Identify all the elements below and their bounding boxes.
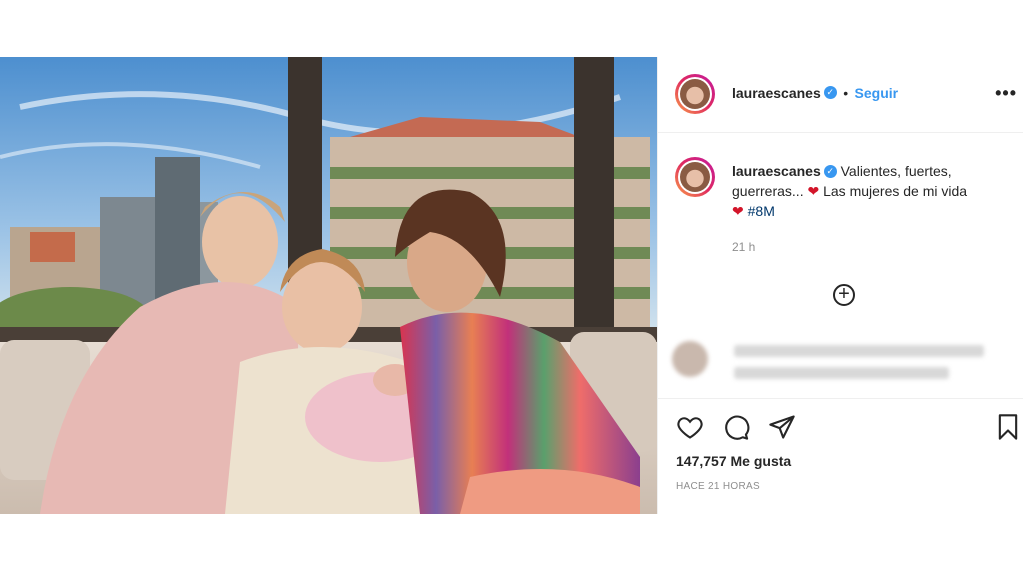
verified-badge-icon: ✓	[823, 86, 837, 100]
caption-text-3: Las mujeres de mi vida	[823, 183, 968, 199]
header-user-line: lauraescanes ✓ • Seguir	[732, 85, 898, 103]
caption-verified-badge-icon: ✓	[823, 164, 837, 178]
more-options-icon[interactable]: •••	[995, 83, 1017, 104]
share-icon[interactable]	[768, 413, 796, 441]
post-header: lauraescanes ✓ • Seguir •••	[658, 57, 1023, 133]
caption-avatar-photo	[680, 162, 710, 192]
post-photo[interactable]	[0, 57, 657, 514]
heart-emoji-icon-2: ❤	[732, 203, 744, 219]
separator-dot: •	[843, 85, 849, 101]
avatar-photo	[680, 79, 710, 109]
bookmark-icon[interactable]	[994, 413, 1022, 441]
hashtag-link[interactable]: #8M	[748, 203, 775, 219]
blurred-line-2	[734, 367, 949, 379]
post-actions: 147,757 Me gusta HACE 21 HORAS	[658, 398, 1023, 515]
likes-count[interactable]: 147,757 Me gusta	[676, 453, 791, 469]
post-sidebar: lauraescanes ✓ • Seguir ••• lauraescanes ✓…	[657, 57, 1023, 514]
instagram-post: lauraescanes ✓ • Seguir ••• lauraescanes ✓…	[0, 57, 1023, 514]
follow-button[interactable]: Seguir	[855, 85, 899, 101]
caption-line-2: guerreras... ❤ Las mujeres de mi vida	[732, 181, 992, 201]
caption-avatar-frame	[678, 160, 712, 194]
blurred-line-1	[734, 345, 984, 357]
caption-line-3: ❤ #8M	[732, 201, 992, 221]
user-avatar[interactable]	[675, 74, 715, 114]
caption-line-1: lauraescanes ✓ Valientes, fuertes,	[732, 161, 992, 181]
post-timestamp[interactable]: HACE 21 HORAS	[676, 481, 760, 492]
blurred-avatar	[672, 341, 708, 377]
avatar-frame	[678, 77, 712, 111]
caption-body: lauraescanes ✓ Valientes, fuertes, guerre…	[732, 161, 992, 257]
blurred-comment	[672, 337, 992, 397]
plus-circle-icon[interactable]: +	[833, 284, 855, 306]
caption-text-1: Valientes, fuertes,	[840, 163, 952, 179]
caption-time[interactable]: 21 h	[732, 237, 992, 257]
post-photo-illustration	[0, 57, 657, 514]
comment-icon[interactable]	[722, 413, 750, 441]
caption-avatar[interactable]	[675, 157, 715, 197]
caption-username[interactable]: lauraescanes	[732, 163, 821, 179]
heart-icon[interactable]	[676, 413, 704, 441]
heart-emoji-icon: ❤	[807, 183, 820, 199]
caption-text-2: guerreras...	[732, 183, 804, 199]
username-link[interactable]: lauraescanes	[732, 85, 821, 101]
